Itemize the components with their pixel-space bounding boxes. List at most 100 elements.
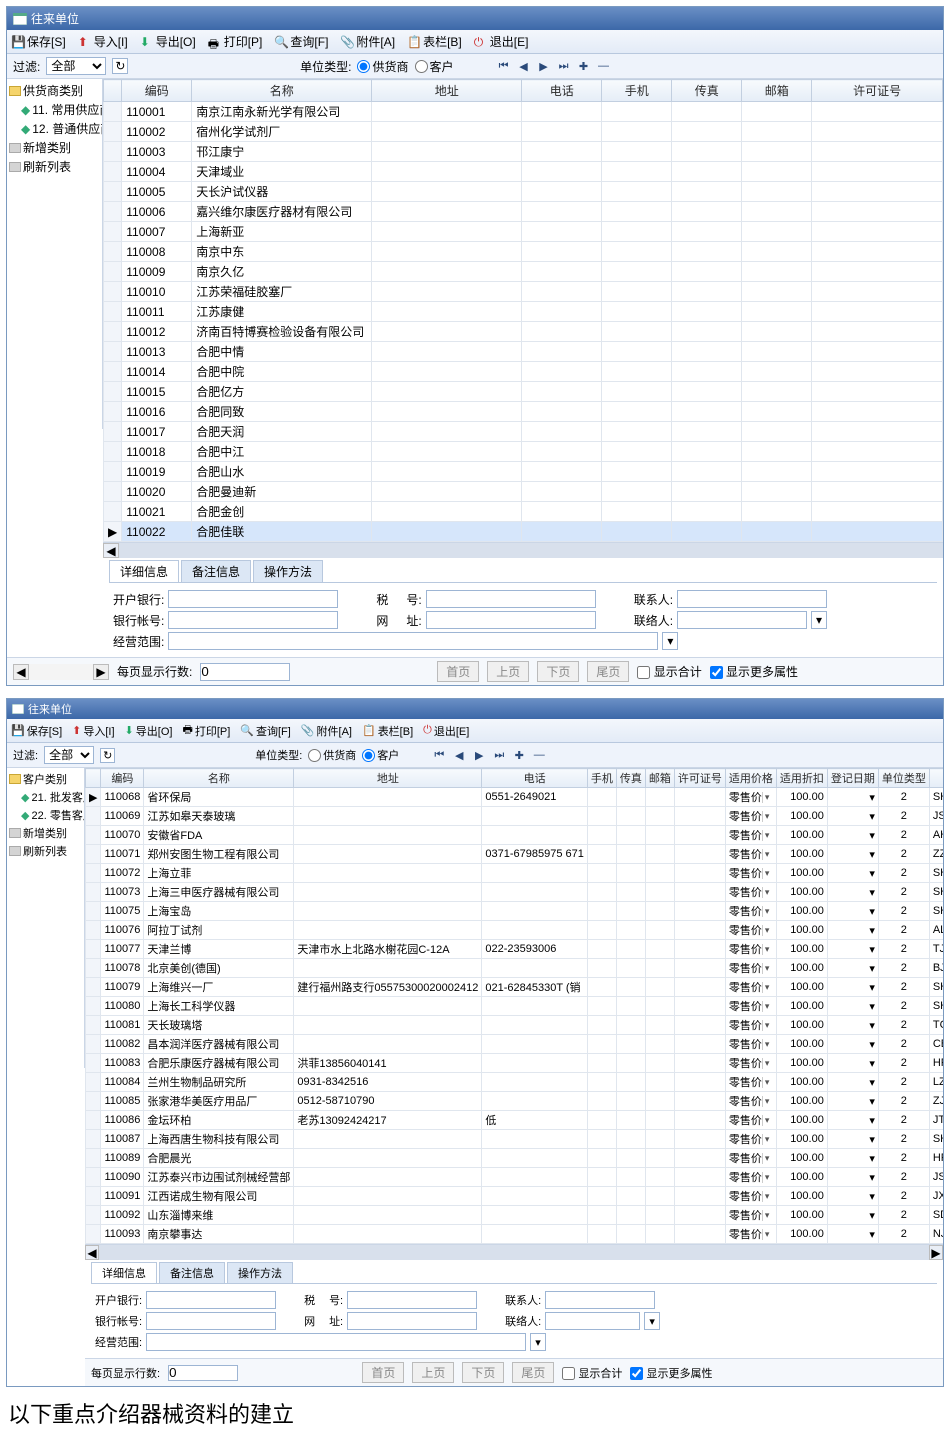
tree-item-wholesale[interactable]: ◆21. 批发客户 <box>9 788 82 806</box>
attach-button[interactable]: 📎附件[A] <box>301 723 352 739</box>
columns-button[interactable]: 📋表栏[B] <box>407 33 462 50</box>
table-row[interactable]: 110002宿州化学试剂厂 <box>104 122 943 142</box>
tax-input[interactable] <box>426 590 596 608</box>
show-sum-checkbox[interactable]: 显示合计 <box>637 663 701 680</box>
nav-next-icon[interactable]: ▶ <box>471 748 487 762</box>
tree-add-category[interactable]: 新增类别 <box>9 824 82 842</box>
table-row[interactable]: ▶110022合肥佳联 <box>104 522 943 542</box>
table-row[interactable]: 110018合肥中江 <box>104 442 943 462</box>
exit-button[interactable]: ⏻退出[E] <box>423 723 469 739</box>
filter-select[interactable]: 全部 <box>44 746 94 764</box>
table-row[interactable]: 110091江西诺成生物有限公司 零售价▾ 100.00 ▾ 2 JXNCZ <box>86 1187 944 1206</box>
tree-refresh[interactable]: 刷新列表 <box>9 157 100 176</box>
table-row[interactable]: 110075上海宝岛 零售价▾ 100.00 ▾ 2 SHBD <box>86 902 944 921</box>
table-row[interactable]: 110087上海西唐生物科技有限公司 零售价▾ 100.00 ▾ 2 SHXTS <box>86 1130 944 1149</box>
table-row[interactable]: 110073上海三申医疗器械有限公司 零售价▾ 100.00 ▾ 2 SHSSY <box>86 883 944 902</box>
h-scrollbar[interactable]: ◀ <box>103 542 943 558</box>
table-row[interactable]: 110008南京中东 <box>104 242 943 262</box>
print-button[interactable]: 🖶打印[P] <box>208 33 263 50</box>
table-row[interactable]: 110009南京久亿 <box>104 262 943 282</box>
customer-radio[interactable]: 客户 <box>415 58 454 75</box>
table-row[interactable]: 110011江苏康健 <box>104 302 943 322</box>
print-button[interactable]: 🖶打印[P] <box>182 721 230 740</box>
table-row[interactable]: 110069江苏如皋天泰玻璃 零售价▾ 100.00 ▾ 2 JSRGT <box>86 807 944 826</box>
prev-page-button[interactable]: 上页 <box>412 1362 454 1383</box>
prev-page-button[interactable]: 上页 <box>487 661 529 682</box>
table-row[interactable]: 110084兰州生物制品研究所0931-8342516 零售价▾ 100.00 … <box>86 1073 944 1092</box>
tree-add-category[interactable]: 新增类别 <box>9 138 100 157</box>
nav-last-icon[interactable]: ⏭ <box>556 59 572 73</box>
next-page-button[interactable]: 下页 <box>462 1362 504 1383</box>
table-row[interactable]: 110016合肥同致 <box>104 402 943 422</box>
nav-add-icon[interactable]: ✚ <box>511 748 527 762</box>
show-more-checkbox[interactable]: 显示更多属性 <box>630 1365 712 1381</box>
table-row[interactable]: 110004天津域业 <box>104 162 943 182</box>
last-page-button[interactable]: 尾页 <box>587 661 629 682</box>
tab-notes[interactable]: 备注信息 <box>181 560 251 582</box>
table-row[interactable]: 110013合肥中情 <box>104 342 943 362</box>
table-row[interactable]: 110015合肥亿方 <box>104 382 943 402</box>
attach-button[interactable]: 📎附件[A] <box>340 33 395 50</box>
tree-item-general[interactable]: ◆12. 普通供应商 <box>9 119 100 138</box>
table-row[interactable]: 110078北京美创(德国) 零售价▾ 100.00 ▾ 2 BJMC( <box>86 959 944 978</box>
tab-ops[interactable]: 操作方法 <box>227 1262 293 1283</box>
search-button[interactable]: 🔍查询[F] <box>274 33 328 50</box>
filter-go-icon[interactable]: ↻ <box>100 748 115 763</box>
exit-button[interactable]: ⏻退出[E] <box>474 33 529 50</box>
tab-notes[interactable]: 备注信息 <box>159 1262 225 1283</box>
nav-remove-icon[interactable]: — <box>531 748 547 762</box>
tree-item-retail[interactable]: ◆22. 零售客户 <box>9 806 82 824</box>
table-row[interactable]: 110083合肥乐康医疗器械有限公司洪菲13856040141 零售价▾ 100… <box>86 1054 944 1073</box>
tree-scroll[interactable]: ◀▶ <box>13 664 109 680</box>
table-row[interactable]: 110007上海新亚 <box>104 222 943 242</box>
export-button[interactable]: ⬇导出[O] <box>140 33 196 50</box>
table-row[interactable]: 110070安徽省FDA 零售价▾ 100.00 ▾ 2 AHSFD <box>86 826 944 845</box>
table-row[interactable]: 110086金坛环柏老苏13092424217低 零售价▾ 100.00 ▾ 2… <box>86 1111 944 1130</box>
table-row[interactable]: 110012济南百特博赛检验设备有限公司 <box>104 322 943 342</box>
nav-next-icon[interactable]: ▶ <box>536 59 552 73</box>
rows-input[interactable] <box>200 663 290 681</box>
filter-go-icon[interactable]: ↻ <box>112 58 128 74</box>
show-more-checkbox[interactable]: 显示更多属性 <box>710 663 798 680</box>
customer-radio[interactable]: 客户 <box>362 747 399 763</box>
nav-last-icon[interactable]: ⏭ <box>491 748 507 762</box>
acct-input[interactable] <box>168 611 338 629</box>
contact2-input[interactable] <box>677 611 807 629</box>
table-row[interactable]: 110082昌本润洋医疗器械有限公司 零售价▾ 100.00 ▾ 2 CBJY <box>86 1035 944 1054</box>
table-row[interactable]: 110072上海立菲 零售价▾ 100.00 ▾ 2 SHLB <box>86 864 944 883</box>
tax-input[interactable] <box>347 1291 477 1309</box>
web-input[interactable] <box>426 611 596 629</box>
table-row[interactable]: 110006嘉兴维尔康医疗器材有限公司 <box>104 202 943 222</box>
table-row[interactable]: 110010江苏荣福硅胶塞厂 <box>104 282 943 302</box>
bank-input[interactable] <box>146 1291 276 1309</box>
table-row[interactable]: 110071郑州安图生物工程有限公司0371-67985975 671 零售价▾… <box>86 845 944 864</box>
filter-select[interactable]: 全部 <box>46 57 106 75</box>
table-row[interactable]: 110092山东淄博来维 零售价▾ 100.00 ▾ 2 SDZBL <box>86 1206 944 1225</box>
table-row[interactable]: 110001南京江南永新光学有限公司 <box>104 102 943 122</box>
table-row[interactable]: 110090江苏泰兴市边围试剂械经营部 零售价▾ 100.00 ▾ 2 JSTX… <box>86 1168 944 1187</box>
tree-refresh[interactable]: 刷新列表 <box>9 842 82 860</box>
table-row[interactable]: 110017合肥天润 <box>104 422 943 442</box>
contact-input[interactable] <box>545 1291 655 1309</box>
nav-prev-icon[interactable]: ◀ <box>516 59 532 73</box>
columns-button[interactable]: 📋表栏[B] <box>362 723 413 739</box>
h-scrollbar[interactable]: ◀ ▶ <box>85 1244 943 1260</box>
customer-grid[interactable]: 编码 名称 地址 电话 手机 传真 邮箱 许可证号 适用价格 适用折扣 登记日期… <box>85 768 943 1244</box>
contact2-dropdown-icon[interactable]: ▾ <box>644 1312 660 1330</box>
table-row[interactable]: 110021合肥金创 <box>104 502 943 522</box>
last-page-button[interactable]: 尾页 <box>512 1362 554 1383</box>
table-row[interactable]: 110005天长沪试仪器 <box>104 182 943 202</box>
first-page-button[interactable]: 首页 <box>362 1362 404 1383</box>
first-page-button[interactable]: 首页 <box>437 661 479 682</box>
show-sum-checkbox[interactable]: 显示合计 <box>562 1365 622 1381</box>
tree-item-common[interactable]: ◆11. 常用供应商 <box>9 100 100 119</box>
table-row[interactable]: ▶ 110068省环保局0551-2649021 零售价▾ 100.00 ▾ 2… <box>86 788 944 807</box>
tab-details[interactable]: 详细信息 <box>109 560 179 582</box>
web-input[interactable] <box>347 1312 477 1330</box>
save-button[interactable]: 💾保存[S] <box>11 33 66 50</box>
save-button[interactable]: 💾保存[S] <box>11 723 62 739</box>
table-row[interactable]: 110081天长玻璃塔 零售价▾ 100.00 ▾ 2 TCBJL <box>86 1016 944 1035</box>
supplier-radio[interactable]: 供货商 <box>308 747 356 763</box>
nav-first-icon[interactable]: ⏮ <box>496 59 512 73</box>
tree-root[interactable]: 客户类别 <box>9 770 82 788</box>
